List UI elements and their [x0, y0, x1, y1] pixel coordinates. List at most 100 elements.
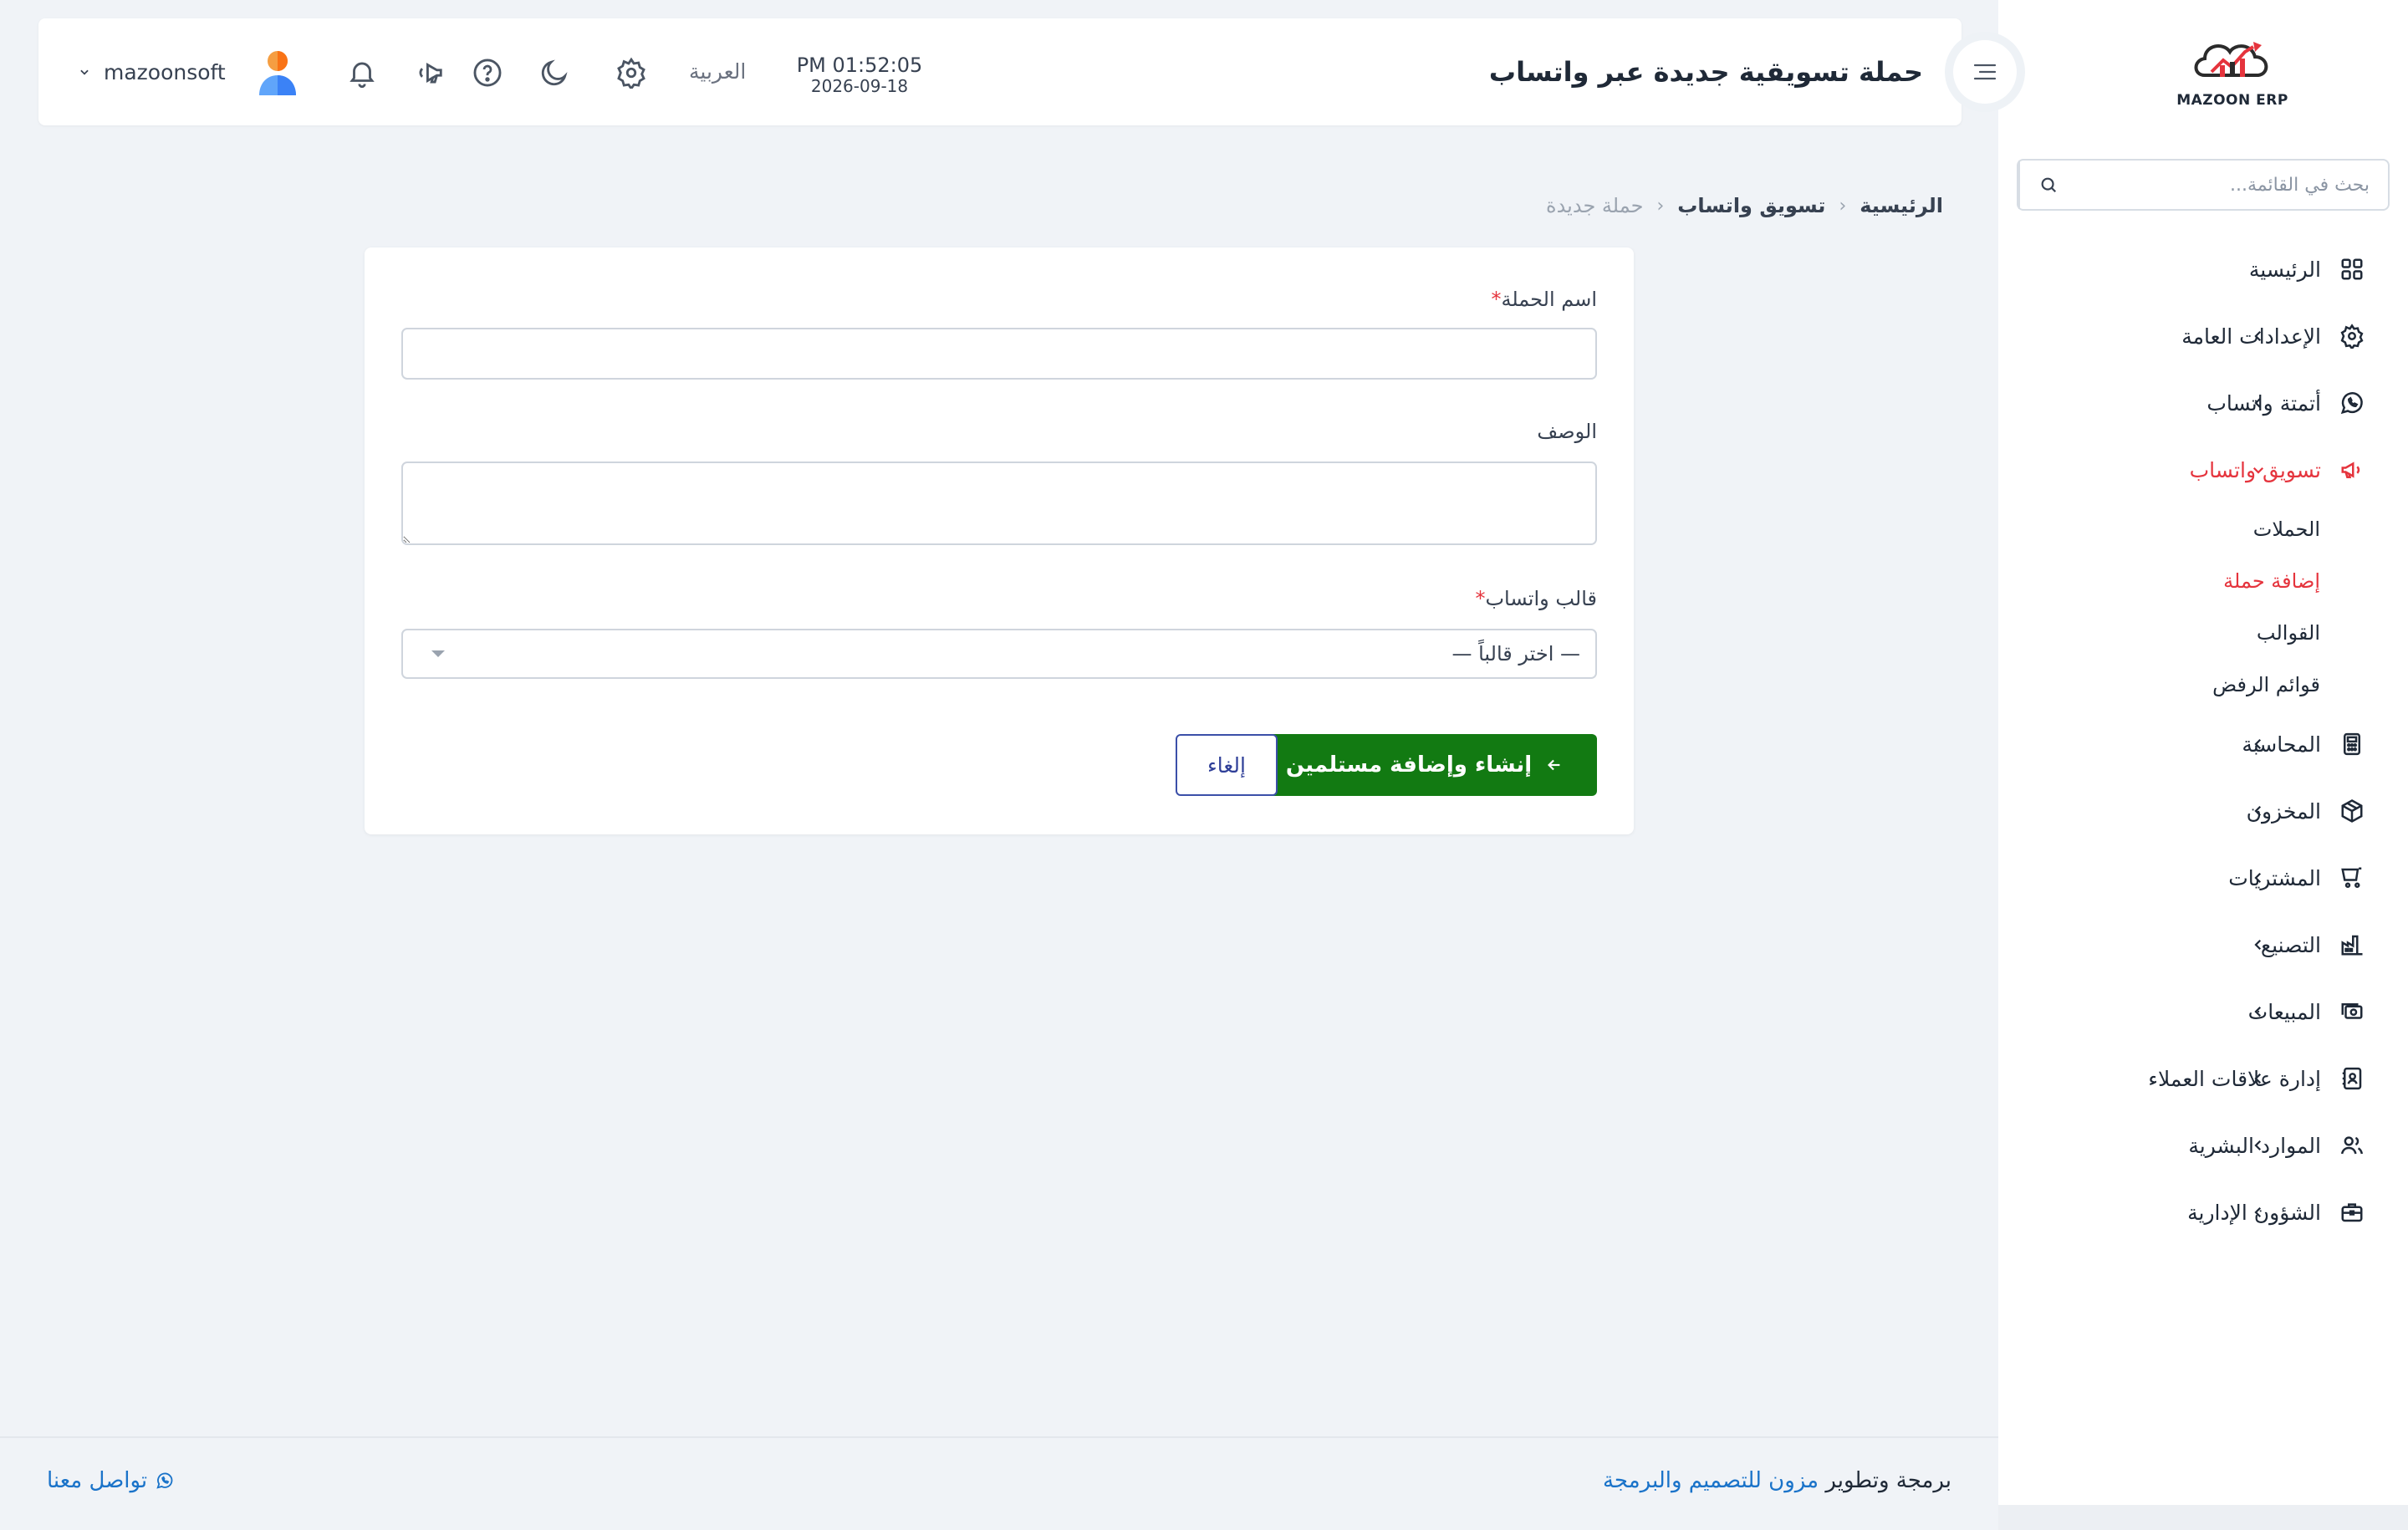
campaign-name-label: اسم الحملة* [1487, 288, 1597, 311]
contacts-icon [2338, 1064, 2366, 1093]
menu-lines-icon [1973, 64, 1997, 80]
whatsapp-template-select[interactable]: — اختر قالباً — [401, 629, 1597, 679]
chevron-down-icon [80, 69, 89, 75]
factory-icon [2338, 931, 2366, 959]
chevron-left-icon: ‹ [1839, 195, 1847, 217]
credit-prefix: برمجة وتطوير [1825, 1468, 1951, 1493]
help-icon [473, 59, 502, 87]
sidebar-item-label: إدارة علاقات العملاء [2148, 1066, 2321, 1091]
brand-name: MAZOON ERP [2176, 92, 2288, 109]
moon-icon [541, 59, 568, 86]
clock-time: PM 01:52:05 [796, 54, 923, 77]
footer: برمجة وتطوير مزون للتصميم والبرمجة تواصل… [0, 1436, 1998, 1530]
chevron-left-icon [2249, 936, 2268, 954]
breadcrumb-current: حملة جديدة [1546, 194, 1644, 217]
sidebar-bottom-strip [1998, 1505, 2408, 1530]
bell-icon [349, 62, 375, 88]
contact-us-link[interactable]: تواصل معنا [47, 1468, 174, 1493]
breadcrumb-section[interactable]: تسويق واتساب [1677, 194, 1825, 217]
caret-down-icon [428, 645, 448, 662]
template-selected-value: — اختر قالباً — [1451, 642, 1580, 666]
whatsapp-template-label: قالب واتساب* [1472, 587, 1597, 610]
sidebar-toggle-inner [1953, 40, 2017, 104]
submenu-item-templates[interactable]: القوالب [1998, 607, 2408, 659]
username: mazoonsoft [104, 59, 226, 84]
box-icon [2338, 797, 2366, 825]
arrow-left-icon [1548, 759, 1560, 771]
sidebar-item-accounting[interactable]: المحاسبة [1998, 711, 2408, 778]
briefcase-icon [2338, 1198, 2366, 1227]
chevron-left-icon: ‹ [1656, 195, 1665, 217]
sidebar-item-label: التصنيع [2260, 932, 2321, 957]
submenu-item-campaigns[interactable]: الحملات [1998, 503, 2408, 555]
chevron-left-icon [2249, 802, 2268, 820]
megaphone-icon [2338, 456, 2366, 484]
description-textarea[interactable] [401, 462, 1597, 545]
sidebar-item-whatsapp-marketing[interactable]: تسويق واتساب [1998, 436, 2408, 503]
cancel-button[interactable]: إلغاء [1176, 734, 1278, 796]
sidebar-item-manufacturing[interactable]: التصنيع [1998, 911, 2408, 978]
footer-credit: برمجة وتطوير مزون للتصميم والبرمجة [1603, 1468, 1951, 1493]
submenu-item-opt-out-lists[interactable]: قوائم الرفض [1998, 659, 2408, 711]
search-icon [2041, 177, 2057, 193]
notifications-button[interactable] [344, 55, 380, 90]
top-header: حملة تسويقية جديدة عبر واتساب PM 01:52:0… [38, 18, 1962, 125]
language-switcher[interactable]: العربية [689, 18, 746, 125]
sidebar-item-administrative-affairs[interactable]: الشؤون الإدارية [1998, 1179, 2408, 1246]
sidebar-item-label: المشتريات [2228, 865, 2321, 890]
required-mark: * [1475, 587, 1486, 610]
sidebar: MAZOON ERP الرئيسية الإعدادات العامة [1998, 0, 2408, 1505]
sidebar-item-purchases[interactable]: المشتريات [1998, 844, 2408, 911]
chevron-left-icon [2249, 327, 2268, 345]
chevron-left-icon [2249, 735, 2268, 753]
header-clock: PM 01:52:05 2026-09-18 [793, 54, 926, 95]
sidebar-item-crm[interactable]: إدارة علاقات العملاء [1998, 1045, 2408, 1112]
breadcrumb: الرئيسية ‹ تسويق واتساب ‹ حملة جديدة [1546, 191, 1943, 221]
sidebar-item-general-settings[interactable]: الإعدادات العامة [1998, 303, 2408, 370]
required-mark: * [1491, 288, 1502, 311]
breadcrumb-home[interactable]: الرئيسية [1860, 194, 1943, 217]
settings-button[interactable] [614, 55, 649, 90]
credit-company-link[interactable]: مزون للتصميم والبرمجة [1603, 1468, 1819, 1493]
chevron-down-icon [2249, 461, 2268, 479]
logo-icon [2194, 42, 2268, 77]
calculator-icon [2338, 730, 2366, 758]
dark-mode-toggle[interactable] [537, 55, 572, 90]
sidebar-menu: الرئيسية الإعدادات العامة أتمتة واتساب ت… [1998, 236, 2408, 1246]
user-menu[interactable]: mazoonsoft [79, 45, 299, 99]
submenu-item-add-campaign[interactable]: إضافة حملة [1998, 555, 2408, 607]
cash-icon [2338, 997, 2366, 1026]
sidebar-item-hr[interactable]: الموارد البشرية [1998, 1112, 2408, 1179]
chevron-left-icon [2249, 1069, 2268, 1088]
sidebar-search-input[interactable] [2077, 161, 2388, 209]
help-button[interactable] [470, 55, 505, 90]
description-label: الوصف [1537, 420, 1597, 443]
create-and-add-recipients-button[interactable]: إنشاء وإضافة مستلمين [1252, 734, 1597, 796]
field-label-text: اسم الحملة [1501, 288, 1597, 311]
sidebar-item-inventory[interactable]: المخزون [1998, 778, 2408, 844]
sidebar-item-home[interactable]: الرئيسية [1998, 236, 2408, 303]
sidebar-item-sales[interactable]: المبيعات [1998, 978, 2408, 1045]
campaign-form-card: اسم الحملة* الوصف قالب واتساب* — اختر قا… [365, 247, 1634, 834]
sidebar-toggle-button[interactable] [1945, 32, 2025, 112]
contact-label: تواصل معنا [47, 1468, 148, 1493]
field-label-text: قالب واتساب [1485, 587, 1597, 610]
megaphone-icon [419, 63, 442, 84]
chevron-left-icon [2249, 1203, 2268, 1221]
chevron-left-icon [2249, 1002, 2268, 1021]
sidebar-search [2017, 159, 2390, 211]
cart-icon [2338, 864, 2366, 892]
brand-logo[interactable]: MAZOON ERP [2166, 30, 2299, 114]
gear-icon [2338, 322, 2366, 350]
chevron-left-icon [2249, 1136, 2268, 1155]
whatsapp-icon [2338, 389, 2366, 417]
announcements-button[interactable] [411, 55, 446, 90]
whatsapp-marketing-submenu: الحملات إضافة حملة القوالب قوائم الرفض [1998, 503, 2408, 711]
campaign-name-input[interactable] [401, 328, 1597, 380]
sidebar-search-button[interactable] [2018, 161, 2077, 209]
chevron-left-icon [2249, 394, 2268, 412]
chevron-left-icon [2249, 869, 2268, 887]
sidebar-item-label: الرئيسية [2248, 257, 2321, 282]
sidebar-item-whatsapp-automation[interactable]: أتمتة واتساب [1998, 370, 2408, 436]
grid-icon [2338, 255, 2366, 283]
